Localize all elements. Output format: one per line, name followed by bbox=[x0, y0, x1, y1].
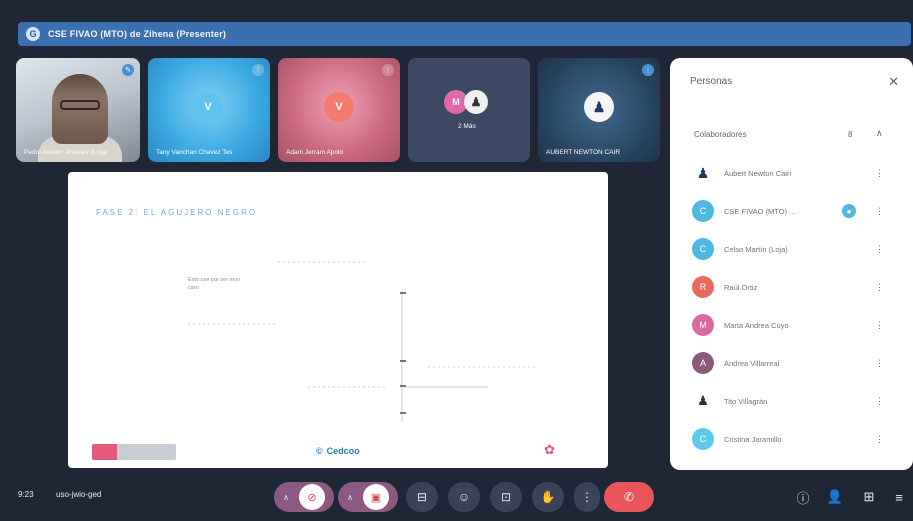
avatar: C bbox=[692, 200, 714, 222]
hand-icon: ✋ bbox=[540, 490, 556, 504]
participant-name: Celso Martín (Loja) bbox=[724, 244, 788, 254]
video-glasses bbox=[60, 100, 100, 110]
participant-tile-3[interactable]: V ⋮ Adam Jerram Apolo bbox=[278, 58, 400, 162]
slide-diagram bbox=[188, 261, 538, 422]
more-options-icon[interactable]: ⋮ bbox=[875, 396, 884, 407]
meeting-code: uso-jwio-ged bbox=[56, 490, 102, 499]
participant-name: Andrea Villarreal bbox=[724, 358, 780, 368]
camera-toggle-button[interactable]: ∧ ▣ bbox=[338, 482, 398, 512]
participant-row[interactable]: C Cristina Jaramillo ⋮ bbox=[692, 426, 902, 452]
brand-logo-icon: © bbox=[316, 446, 323, 456]
participant-name: CSE FIVAO (MTO) ... bbox=[724, 206, 796, 216]
participant-row[interactable]: R Raúl Ortiz ⋮ bbox=[692, 274, 902, 300]
present-icon: ⊡ bbox=[500, 490, 512, 504]
info-icon: ⓘ bbox=[796, 490, 810, 506]
speaking-icon: ● bbox=[842, 204, 856, 218]
presenter-title: CSE FIVAO (MTO) de Zihena (Presenter) bbox=[48, 29, 227, 39]
participant-row[interactable]: A Andrea Villarreal ⋮ bbox=[692, 350, 902, 376]
participant-row[interactable]: C CSE FIVAO (MTO) ... ● ⋮ bbox=[692, 198, 902, 224]
avatar: V bbox=[324, 92, 354, 122]
close-icon[interactable]: ✕ bbox=[888, 74, 899, 90]
participant-row[interactable]: C Celso Martín (Loja) ⋮ bbox=[692, 236, 902, 262]
avatar: R bbox=[692, 276, 714, 298]
emoji-icon: ☺ bbox=[457, 490, 471, 504]
avatar: V bbox=[193, 92, 223, 122]
user-photo-icon: ♟ bbox=[464, 90, 488, 114]
chat-button[interactable]: ≡ bbox=[888, 486, 910, 508]
more-options-icon[interactable]: ⋮ bbox=[875, 358, 884, 369]
slide-logo-right: ✿ bbox=[544, 442, 555, 457]
captions-icon: ⊟ bbox=[416, 490, 428, 504]
user-photo-icon: ♟ bbox=[692, 162, 714, 184]
more-options-icon[interactable]: ⋮ bbox=[875, 320, 884, 331]
avatar: C bbox=[692, 238, 714, 260]
people-panel: Personas ✕ Colaboradores 8 ∧ ♟ Aubert Ne… bbox=[670, 58, 913, 470]
slide-brand: © Cedcoo bbox=[316, 446, 360, 456]
more-options-icon[interactable]: ⋮ bbox=[875, 206, 884, 217]
shared-presentation: FASE 2: EL AGUJERO NEGRO Esto cae por se… bbox=[68, 172, 608, 468]
activities-button[interactable]: ⊞ bbox=[858, 486, 880, 508]
more-options-icon[interactable]: ⋮ bbox=[252, 64, 264, 76]
meeting-title-bar: G CSE FIVAO (MTO) de Zihena (Presenter) bbox=[18, 22, 911, 46]
captions-button[interactable]: ⊟ bbox=[406, 482, 438, 512]
participant-name: Raúl Ortiz bbox=[724, 282, 758, 292]
more-vert-icon: ⋮ bbox=[581, 490, 593, 504]
mic-off-icon: ⊘ bbox=[298, 484, 325, 510]
more-options-icon[interactable]: ⋮ bbox=[642, 64, 654, 76]
panel-title: Personas bbox=[690, 76, 733, 87]
camera-off-icon: ▣ bbox=[362, 484, 389, 510]
end-call-button[interactable]: ✆ bbox=[604, 482, 654, 512]
participant-row[interactable]: ♟ Aubert Newton Cairi ⋮ bbox=[692, 160, 902, 186]
more-options-icon[interactable]: ⋮ bbox=[875, 282, 884, 293]
more-options-icon[interactable]: ⋮ bbox=[382, 64, 394, 76]
more-options-icon[interactable]: ⋮ bbox=[875, 434, 884, 445]
participant-tile-more[interactable]: M ♟ 2 Más bbox=[408, 58, 530, 162]
collapse-icon[interactable]: ∧ bbox=[876, 128, 883, 139]
participant-tile-1[interactable]: ✎ Pedro Aerilon Jimenez (Loja) bbox=[16, 58, 140, 162]
participant-name: Adam Jerram Apolo bbox=[286, 149, 344, 156]
speaking-icon: ✎ bbox=[122, 64, 134, 76]
participant-name: Marta Andrea Cuyo bbox=[724, 320, 789, 330]
activities-icon: ⊞ bbox=[863, 489, 875, 504]
participant-name: Aubert Newton Cairi bbox=[724, 168, 792, 178]
emoji-reaction-button[interactable]: ☺ bbox=[448, 482, 480, 512]
bottom-control-bar: 9:23 uso-jwio-ged ∧ ⊘ ∧ ▣ ⊟ ☺ ⊡ ✋ ⋮ ✆ ⓘ … bbox=[0, 472, 913, 521]
more-options-icon[interactable]: ⋮ bbox=[875, 244, 884, 255]
participant-row[interactable]: ♟ Tito Villagrán ⋮ bbox=[692, 388, 902, 414]
more-options-icon[interactable]: ⋮ bbox=[875, 168, 884, 179]
brand-name: Cedcoo bbox=[326, 446, 360, 456]
section-count: 8 bbox=[848, 130, 853, 139]
more-options-button[interactable]: ⋮ bbox=[574, 482, 600, 512]
people-icon: 👤 bbox=[826, 489, 844, 504]
present-button[interactable]: ⊡ bbox=[490, 482, 522, 512]
people-button[interactable]: 👤 bbox=[824, 486, 846, 508]
avatar: C bbox=[692, 428, 714, 450]
end-call-icon: ✆ bbox=[623, 490, 635, 504]
more-participants-label: 2 Más bbox=[458, 123, 476, 130]
participant-tile-5[interactable]: ♟ ⋮ AUBERT NEWTON CAIR bbox=[538, 58, 660, 162]
participant-name: Pedro Aerilon Jimenez (Loja) bbox=[24, 149, 108, 156]
raise-hand-button[interactable]: ✋ bbox=[532, 482, 564, 512]
section-label: Colaboradores bbox=[694, 130, 747, 139]
participant-name: Tito Villagrán bbox=[724, 396, 768, 406]
participant-tile-2[interactable]: V ⋮ Tany Vanchan Chavez Tes bbox=[148, 58, 270, 162]
avatar: M bbox=[692, 314, 714, 336]
user-photo-icon: ♟ bbox=[584, 92, 614, 122]
participant-name: Cristina Jaramillo bbox=[724, 434, 782, 444]
mic-toggle-button[interactable]: ∧ ⊘ bbox=[274, 482, 334, 512]
slide-logo-left bbox=[92, 444, 176, 460]
avatar: A bbox=[692, 352, 714, 374]
user-photo-icon: ♟ bbox=[692, 390, 714, 412]
meeting-info-button[interactable]: ⓘ bbox=[792, 486, 814, 508]
chat-icon: ≡ bbox=[895, 489, 903, 505]
participant-name: Tany Vanchan Chavez Tes bbox=[156, 149, 233, 156]
participant-row[interactable]: M Marta Andrea Cuyo ⋮ bbox=[692, 312, 902, 338]
clock: 9:23 bbox=[18, 490, 34, 499]
app-logo-icon: G bbox=[26, 27, 40, 41]
participant-name: AUBERT NEWTON CAIR bbox=[546, 149, 621, 156]
